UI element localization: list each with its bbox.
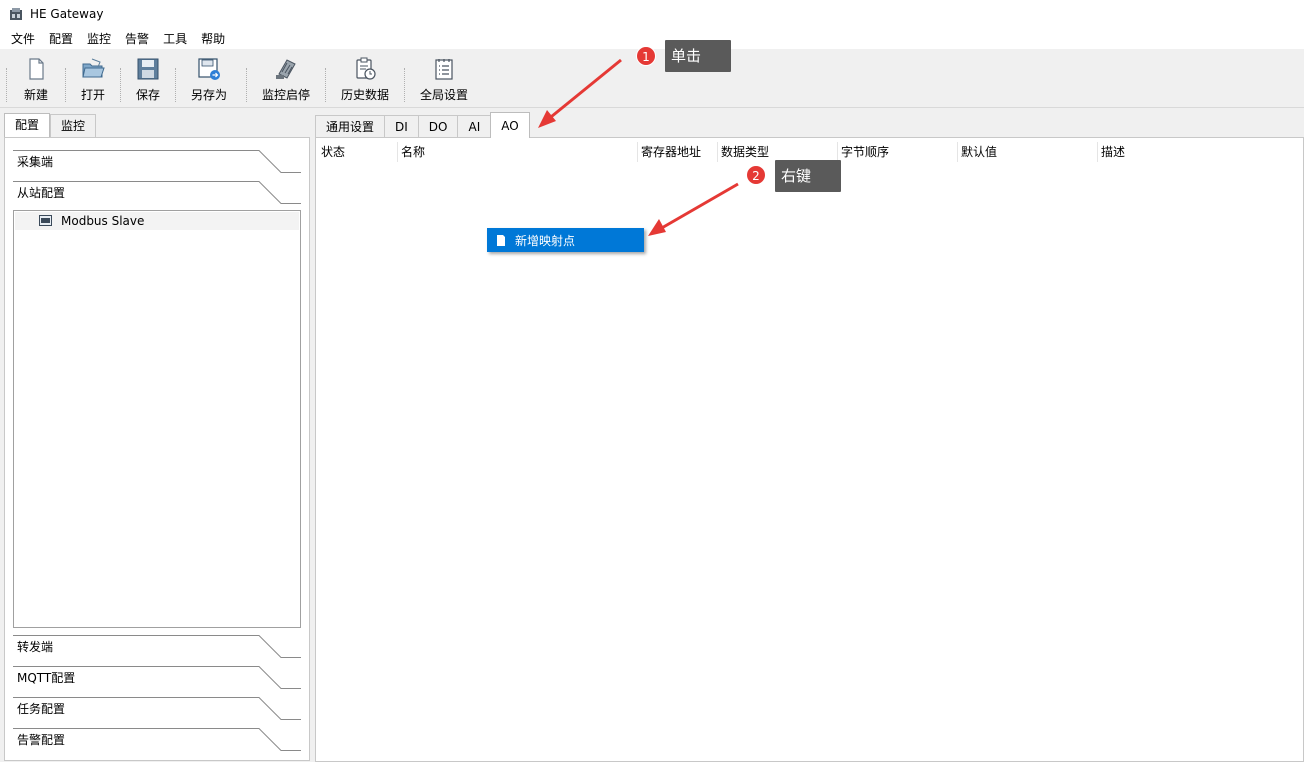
annotation-callout-1: 单击 — [665, 40, 731, 72]
column-header-data-type[interactable]: 数据类型 — [718, 142, 838, 162]
history-data-label: 历史数据 — [340, 88, 389, 102]
menu-file[interactable]: 文件 — [4, 28, 42, 50]
config-panel: 采集端 从站配置 Modbus Slave 转发端 MQTT配置 任务配置 告警… — [4, 137, 310, 761]
section-forward-label: 转发端 — [17, 640, 54, 654]
section-alarm[interactable]: 告警配置 — [13, 728, 301, 752]
add-point-icon — [497, 234, 505, 246]
section-slave-label: 从站配置 — [17, 186, 66, 200]
monitor-toggle-icon — [276, 59, 296, 79]
toolbar-separator — [120, 68, 121, 102]
menu-config[interactable]: 配置 — [42, 28, 80, 50]
left-tab-strip: 配置 监控 — [4, 113, 97, 138]
section-alarm-label: 告警配置 — [17, 733, 66, 747]
new-file-icon — [29, 58, 44, 80]
toolbar-separator — [246, 68, 247, 102]
history-data-icon — [356, 57, 376, 80]
global-settings-label: 全局设置 — [419, 88, 468, 102]
annotation-badge-1: 1 — [636, 46, 656, 66]
slave-item-modbus[interactable]: Modbus Slave — [15, 212, 299, 230]
context-menu-add-point[interactable]: 新增映射点 — [487, 228, 644, 252]
tab-ao[interactable]: AO — [490, 112, 530, 138]
annotation-badge-2: 2 — [746, 165, 766, 185]
annotation-callout-2: 右键 — [775, 160, 841, 192]
ao-points-grid[interactable]: 状态 名称 寄存器地址 数据类型 字节顺序 默认值 描述 — [315, 137, 1304, 762]
context-menu-item-label: 新增映射点 — [515, 233, 576, 248]
title-bar: HE Gateway — [0, 0, 1304, 28]
open-label: 打开 — [80, 88, 105, 102]
column-header-status[interactable]: 状态 — [318, 142, 398, 162]
tab-di[interactable]: DI — [384, 115, 419, 138]
menu-bar: 文件 配置 监控 告警 工具 帮助 — [0, 28, 1304, 50]
app-icon — [10, 8, 22, 20]
save-as-icon — [198, 58, 220, 80]
section-collect-outline — [13, 150, 301, 173]
column-header-name[interactable]: 名称 — [398, 142, 638, 162]
menu-alarm[interactable]: 告警 — [118, 28, 156, 50]
window-title: HE Gateway — [30, 7, 104, 21]
section-mqtt-label: MQTT配置 — [17, 671, 76, 685]
section-mqtt[interactable]: MQTT配置 — [13, 666, 301, 690]
toolbar-separator — [404, 68, 405, 102]
column-header-default-value[interactable]: 默认值 — [958, 142, 1098, 162]
section-forward-outline — [13, 635, 301, 658]
save-label: 保存 — [135, 88, 160, 102]
menu-tools[interactable]: 工具 — [156, 28, 194, 50]
tab-config[interactable]: 配置 — [4, 113, 51, 138]
tab-monitor[interactable]: 监控 — [50, 114, 97, 137]
tab-do[interactable]: DO — [417, 115, 459, 138]
menu-monitor[interactable]: 监控 — [80, 28, 118, 50]
open-folder-icon — [82, 58, 105, 78]
modbus-device-icon — [39, 215, 52, 226]
toolbar-separator — [325, 68, 326, 102]
open-button[interactable]: 打开 — [70, 50, 116, 106]
save-as-button[interactable]: 另存为 — [180, 50, 238, 106]
column-header-byte-order[interactable]: 字节顺序 — [838, 142, 958, 162]
slave-list: Modbus Slave — [13, 210, 301, 628]
grid-header: 状态 名称 寄存器地址 数据类型 字节顺序 默认值 描述 — [318, 142, 1303, 162]
global-settings-icon — [435, 59, 453, 80]
toolbar-separator — [175, 68, 176, 102]
toolbar-separator — [65, 68, 66, 102]
save-as-label: 另存为 — [190, 88, 227, 102]
right-tab-strip: 通用设置 DI DO AI AO — [315, 111, 530, 138]
column-header-description[interactable]: 描述 — [1098, 142, 1303, 162]
left-panel: 配置 监控 采集端 从站配置 Modbus Slave 转发端 MQTT配置 任… — [0, 111, 311, 762]
global-settings-button[interactable]: 全局设置 — [409, 50, 479, 106]
slave-item-label: Modbus Slave — [61, 214, 145, 228]
new-label: 新建 — [23, 88, 48, 102]
tab-ai[interactable]: AI — [457, 115, 492, 138]
section-forward[interactable]: 转发端 — [13, 635, 301, 659]
column-header-register-address[interactable]: 寄存器地址 — [638, 142, 718, 162]
right-panel: 通用设置 DI DO AI AO 状态 名称 寄存器地址 数据类型 字节顺序 默… — [315, 111, 1304, 762]
toolbar-grip — [6, 68, 7, 102]
monitor-toggle-label: 监控启停 — [261, 88, 310, 102]
history-data-button[interactable]: 历史数据 — [330, 50, 400, 106]
monitor-toggle-button[interactable]: 监控启停 — [251, 50, 321, 106]
save-icon — [137, 58, 159, 80]
section-collect[interactable]: 采集端 — [13, 150, 301, 174]
new-button[interactable]: 新建 — [11, 50, 61, 106]
save-button[interactable]: 保存 — [125, 50, 171, 106]
section-collect-label: 采集端 — [17, 155, 54, 169]
menu-help[interactable]: 帮助 — [194, 28, 232, 50]
section-slave[interactable]: 从站配置 — [13, 181, 301, 205]
section-task-label: 任务配置 — [17, 702, 66, 716]
section-task[interactable]: 任务配置 — [13, 697, 301, 721]
tab-general-settings[interactable]: 通用设置 — [315, 115, 386, 138]
